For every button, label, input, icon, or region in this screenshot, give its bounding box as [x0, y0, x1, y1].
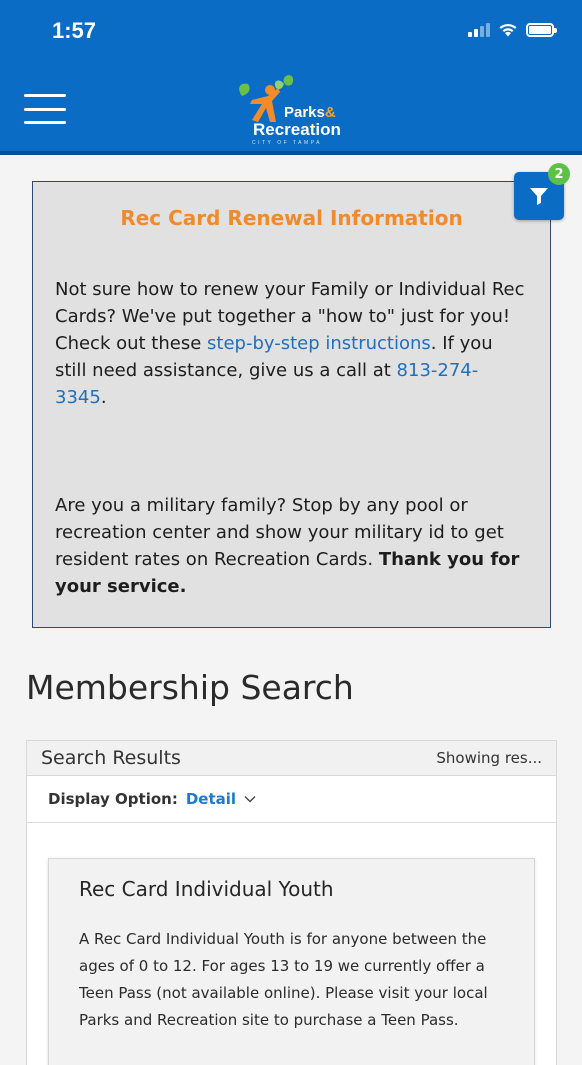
- menu-button[interactable]: [24, 94, 66, 124]
- display-option-label: Display Option:: [48, 790, 178, 808]
- chevron-down-icon[interactable]: [244, 793, 256, 805]
- logo-text-recreation: Recreation: [253, 120, 341, 139]
- filter-count-badge: 2: [548, 163, 570, 185]
- status-time: 1:57: [52, 18, 97, 43]
- signal-icon: [468, 22, 490, 37]
- status-icons: [468, 22, 557, 37]
- results-header: Search Results Showing res...: [27, 741, 556, 776]
- membership-card-title[interactable]: Rec Card Individual Youth: [79, 877, 504, 901]
- step-by-step-link[interactable]: step-by-step instructions: [207, 333, 431, 354]
- logo-text-parks: Parks&: [284, 104, 336, 121]
- parks-recreation-logo[interactable]: Parks& Recreation CITY OF TAMPA: [232, 74, 356, 150]
- display-option-row: Display Option: Detail: [27, 776, 556, 823]
- rec-card-info-box: Rec Card Renewal Information Not sure ho…: [32, 181, 551, 628]
- info-paragraph-military: Are you a military family? Stop by any p…: [55, 495, 520, 597]
- wifi-icon: [499, 23, 517, 37]
- info-title: Rec Card Renewal Information: [120, 206, 463, 230]
- membership-card-description: A Rec Card Individual Youth is for anyon…: [79, 930, 488, 1029]
- logo-text-city: CITY OF TAMPA: [252, 140, 322, 146]
- hamburger-icon: [24, 94, 66, 97]
- page-title: Membership Search: [26, 668, 354, 707]
- results-title: Search Results: [41, 747, 181, 769]
- display-option-select[interactable]: Detail: [186, 790, 236, 808]
- results-showing-count: Showing res...: [436, 749, 542, 767]
- info-paragraph-renewal: Not sure how to renew your Family or Ind…: [55, 279, 525, 408]
- app-header: 1:57 Parks& Recreation CITY OF TAMPA: [0, 0, 582, 155]
- filter-icon: [530, 188, 548, 205]
- search-results-panel: Search Results Showing res... Display Op…: [26, 740, 557, 1065]
- battery-icon: [526, 22, 557, 37]
- membership-card[interactable]: Rec Card Individual Youth A Rec Card Ind…: [48, 858, 535, 1065]
